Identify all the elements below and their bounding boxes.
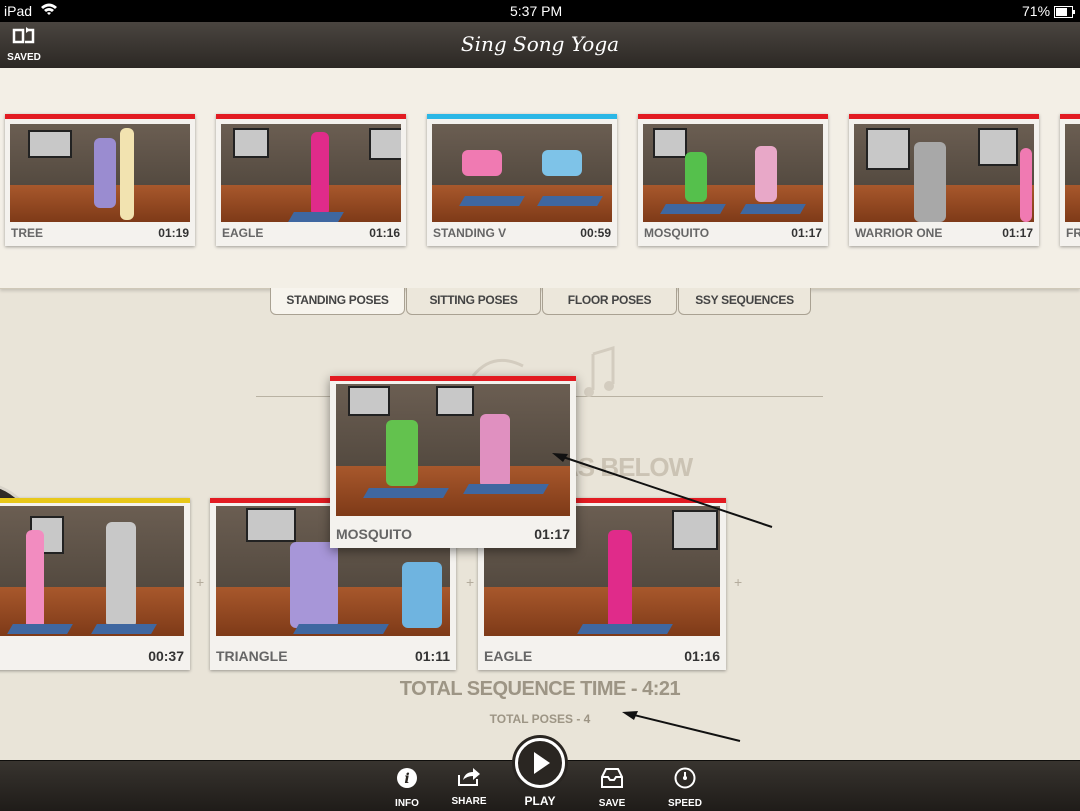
- share-button[interactable]: SHARE: [450, 761, 488, 811]
- speed-button[interactable]: SPEED: [666, 761, 704, 811]
- speedometer-icon: [666, 767, 704, 794]
- play-button[interactable]: PLAY: [515, 738, 565, 810]
- share-icon: [450, 767, 488, 792]
- total-sequence-time: TOTAL SEQUENCE TIME - 4:21: [399, 678, 681, 700]
- save-icon: [593, 767, 631, 794]
- info-button[interactable]: i INFO: [388, 761, 426, 811]
- info-icon: i: [388, 767, 426, 794]
- svg-text:i: i: [404, 771, 409, 787]
- total-poses: TOTAL POSES - 4: [489, 712, 591, 726]
- play-icon: [515, 738, 565, 788]
- save-button[interactable]: SAVE: [593, 761, 631, 811]
